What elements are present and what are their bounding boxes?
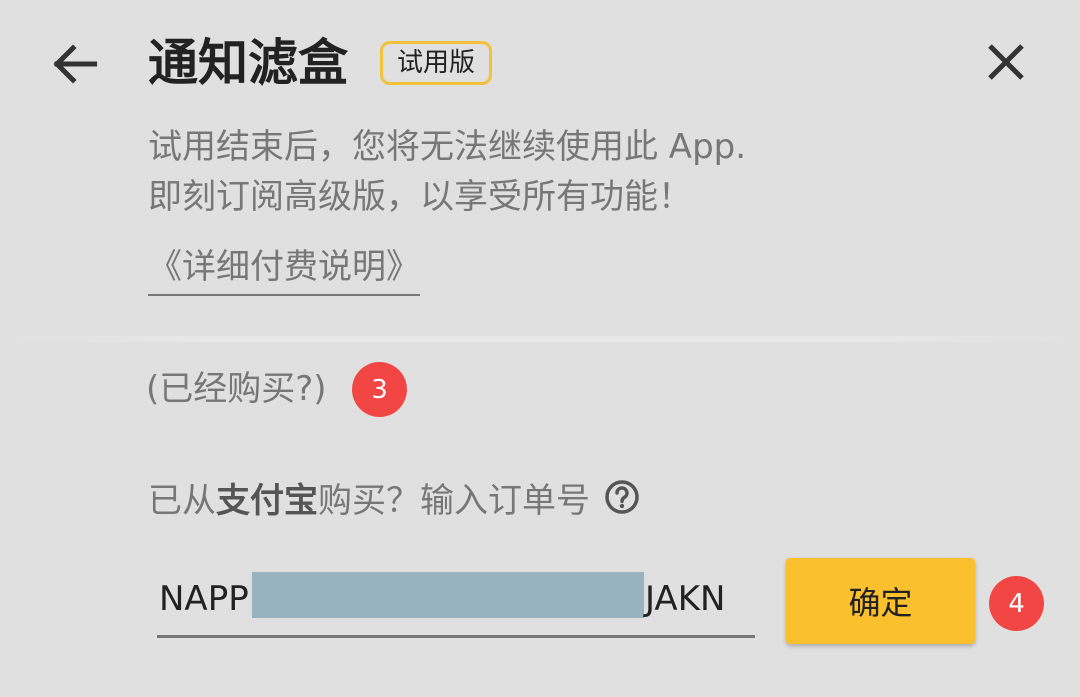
trial-badge: 试用版 [380,41,493,85]
step-marker-4: 4 [989,576,1044,631]
close-button[interactable] [976,32,1036,92]
payment-details-link[interactable]: 《详细付费说明》 [148,242,420,296]
confirm-button[interactable]: 确定 [786,558,975,644]
section-divider [0,336,1080,342]
description-line-1: 试用结束后，您将无法继续使用此 App. [148,127,747,167]
already-bought-link[interactable]: (已经购买?) [146,364,327,414]
alipay-prompt: 已从 支付宝 购买？输入订单号 [148,471,640,523]
order-number-input[interactable]: NAPP JAKN [157,566,755,638]
alipay-brand: 支付宝 [216,480,318,521]
help-circle-icon[interactable] [604,479,640,515]
trial-dialog: 通知滤盒 试用版 试用结束后，您将无法继续使用此 App. 即刻订阅高级版，以享… [0,0,1080,697]
alipay-suffix: 购买？输入订单号 [318,480,590,521]
close-icon [988,44,1024,80]
redacted-order-number [252,572,644,618]
order-number-prefix: NAPP [159,579,249,619]
trial-description: 试用结束后，您将无法继续使用此 App. 即刻订阅高级版，以享受所有功能！ [148,122,948,222]
description-line-2: 即刻订阅高级版，以享受所有功能！ [148,177,692,217]
arrow-left-icon [53,44,97,84]
step-marker-3: 3 [352,362,407,417]
page-title: 通知滤盒 [148,34,348,92]
alipay-prefix: 已从 [148,480,216,521]
back-button[interactable] [44,34,104,94]
order-number-suffix: JAKN [645,579,726,619]
